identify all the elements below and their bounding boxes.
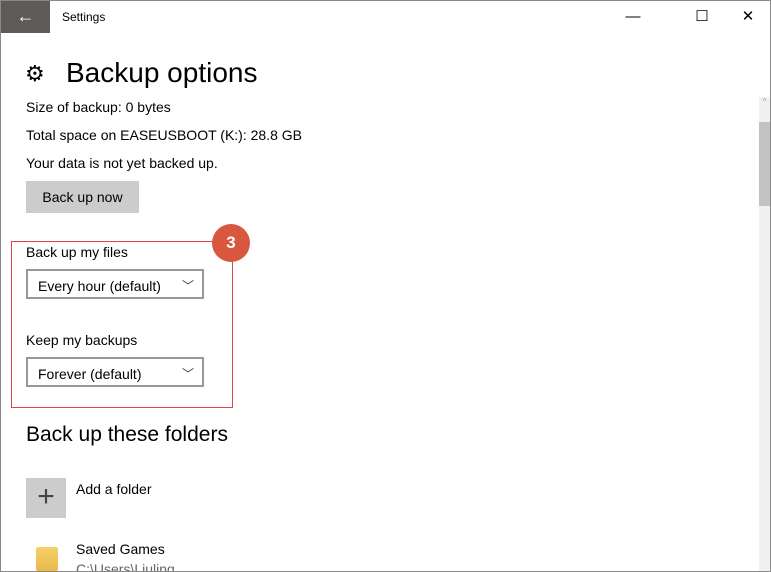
- backup-size: Size of backup: 0 bytes: [26, 99, 171, 115]
- back-button[interactable]: ←: [1, 1, 50, 33]
- retention-label: Keep my backups: [26, 332, 138, 348]
- step-badge: 3: [212, 224, 250, 262]
- scroll-up-icon[interactable]: ^: [759, 97, 770, 106]
- folder-path: C:\Users\Liuling: [76, 561, 175, 572]
- back-up-now-button[interactable]: Back up now: [26, 181, 139, 213]
- frequency-value: Every hour (default): [38, 278, 161, 294]
- frequency-label: Back up my files: [26, 244, 128, 260]
- folder-icon: [36, 547, 58, 571]
- folder-name[interactable]: Saved Games: [76, 541, 165, 557]
- total-space: Total space on EASEUSBOOT (K:): 28.8 GB: [26, 127, 302, 143]
- retention-value: Forever (default): [38, 366, 142, 382]
- add-folder-label[interactable]: Add a folder: [76, 481, 152, 497]
- minimize-button[interactable]: —: [610, 1, 656, 33]
- folders-heading: Back up these folders: [26, 423, 228, 446]
- maximize-button[interactable]: ☐: [679, 1, 725, 33]
- chevron-down-icon: ﹀: [181, 367, 194, 381]
- frequency-dropdown[interactable]: Every hour (default) ﹀: [26, 269, 204, 299]
- retention-dropdown[interactable]: Forever (default) ﹀: [26, 357, 204, 387]
- window-title: Settings: [62, 10, 106, 24]
- plus-icon: +: [37, 480, 55, 513]
- settings-window: ← Settings — ☐ ✕ ⚙ Backup options Size o…: [0, 0, 771, 572]
- add-folder-button[interactable]: +: [26, 478, 66, 518]
- scrollbar-thumb[interactable]: [759, 122, 770, 206]
- close-button[interactable]: ✕: [725, 1, 770, 33]
- page-title: Backup options: [66, 57, 258, 88]
- gear-icon: ⚙: [25, 61, 45, 86]
- scrollbar[interactable]: ^: [759, 97, 770, 571]
- chevron-down-icon: ﹀: [181, 279, 194, 293]
- backup-status: Your data is not yet backed up.: [26, 155, 218, 171]
